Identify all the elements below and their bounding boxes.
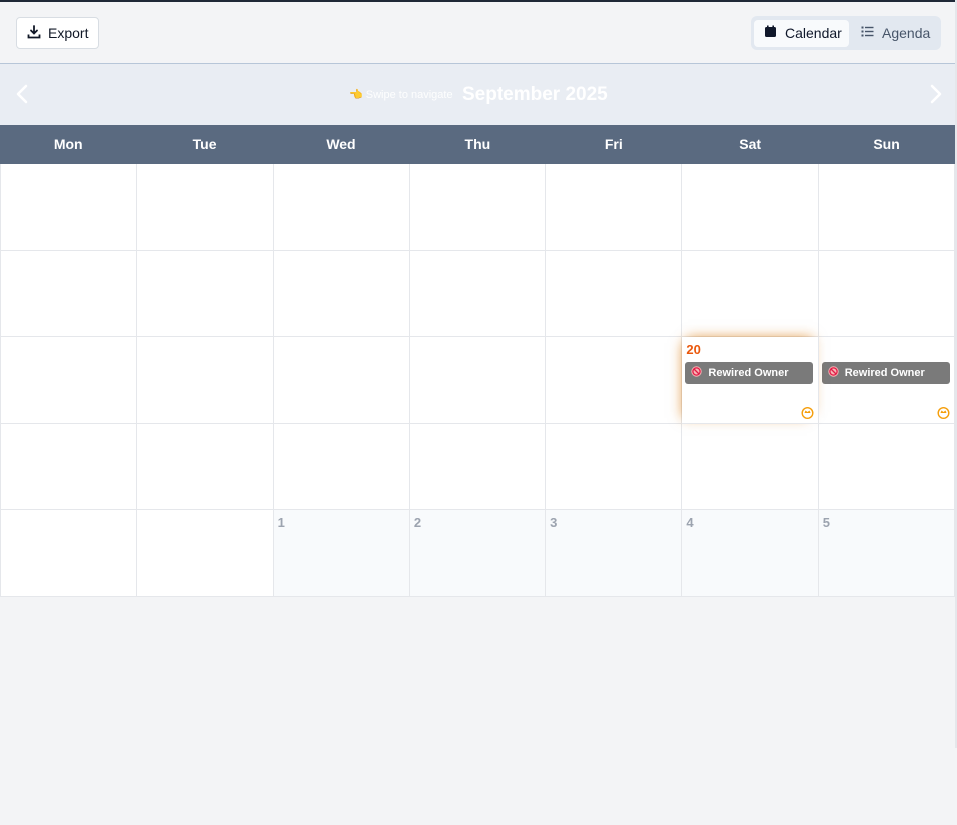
event-title: Rewired Owner: [708, 367, 789, 380]
weekday-label: Fri: [604, 136, 623, 152]
day-cell[interactable]: Rewired Owner: [818, 337, 955, 424]
crown-icon[interactable]: [801, 406, 814, 419]
day-cell[interactable]: [546, 337, 683, 424]
day-cell[interactable]: [546, 250, 683, 338]
day-cell[interactable]: [273, 423, 410, 511]
day-cell[interactable]: [682, 164, 819, 251]
weekday-label: Thu: [464, 136, 491, 152]
day-cell[interactable]: [818, 164, 955, 251]
day-cell[interactable]: [273, 337, 410, 424]
day-cell[interactable]: [137, 164, 274, 251]
day-number: 1: [277, 515, 285, 531]
day-cell[interactable]: [409, 337, 547, 424]
weekday-label: Mon: [53, 136, 83, 152]
day-cell[interactable]: 5: [818, 510, 955, 597]
download-icon: [27, 24, 41, 42]
day-number: 3: [550, 515, 558, 531]
agenda-view-label: Agenda: [882, 25, 931, 41]
day-cell[interactable]: [818, 423, 955, 511]
day-cell[interactable]: 3: [546, 510, 683, 597]
day-cell[interactable]: 4: [682, 510, 819, 597]
day-cell[interactable]: [682, 423, 819, 511]
weekday-label: Wed: [326, 136, 356, 152]
day-number: 4: [686, 515, 694, 531]
day-cell[interactable]: [409, 250, 547, 338]
day-cell[interactable]: [1, 510, 138, 597]
day-cell[interactable]: [137, 337, 274, 424]
day-cell[interactable]: 2: [409, 510, 547, 597]
toolbar: Export Calendar Agenda: [0, 2, 955, 63]
calendar-icon: [764, 25, 777, 41]
day-number: 5: [822, 515, 830, 531]
export-button[interactable]: Export: [16, 17, 99, 49]
month-navigation: 👈 Swipe to navigate September 2025: [0, 63, 955, 125]
weekday-label: Sun: [873, 136, 900, 152]
weekday-label: Sat: [739, 136, 762, 152]
agenda-view-button[interactable]: Agenda: [851, 20, 940, 47]
day-cell[interactable]: [409, 423, 547, 511]
day-cell[interactable]: [273, 250, 410, 338]
list-icon: [861, 25, 874, 41]
day-cell[interactable]: [682, 250, 819, 338]
day-cell[interactable]: [1, 337, 138, 424]
day-cell[interactable]: [1, 250, 138, 338]
weekday-header: Mon Tue Wed Thu Fri Sat Sun: [0, 125, 955, 164]
day-number: 2: [413, 515, 422, 531]
day-cell[interactable]: [409, 164, 547, 251]
day-cell[interactable]: [137, 510, 274, 597]
day-cell[interactable]: [546, 164, 683, 251]
chevron-left-icon[interactable]: [12, 82, 32, 106]
calendar-view-label: Calendar: [785, 25, 842, 41]
event-title: Rewired Owner: [844, 367, 925, 380]
view-toggle: Calendar Agenda: [751, 16, 941, 50]
day-number: 20: [686, 342, 701, 358]
month-title: September 2025: [462, 84, 608, 105]
blocked-icon: [691, 366, 703, 380]
chevron-right-icon[interactable]: [926, 82, 946, 106]
day-cell[interactable]: [273, 164, 410, 251]
event-chip[interactable]: Rewired Owner: [821, 362, 950, 385]
event-chip[interactable]: Rewired Owner: [685, 362, 814, 385]
day-cell[interactable]: [818, 250, 955, 338]
swipe-hint: 👈 Swipe to navigate: [349, 89, 453, 101]
day-cell[interactable]: [546, 423, 683, 511]
day-cell[interactable]: [137, 250, 274, 338]
day-cell[interactable]: [1, 164, 138, 251]
day-cell[interactable]: [1, 423, 138, 511]
crown-icon[interactable]: [937, 406, 950, 419]
day-cell[interactable]: 20 Rewired Owner: [682, 337, 819, 424]
day-cell[interactable]: 1: [273, 510, 410, 597]
weekday-label: Tue: [192, 136, 217, 152]
export-label: Export: [48, 25, 89, 41]
calendar-view-button[interactable]: Calendar: [754, 19, 849, 47]
day-cell[interactable]: [137, 423, 274, 511]
blocked-icon: [828, 366, 839, 380]
calendar-grid: 20 Rewired Owner Rewired Owner 1 2 3 4 5: [0, 164, 955, 597]
